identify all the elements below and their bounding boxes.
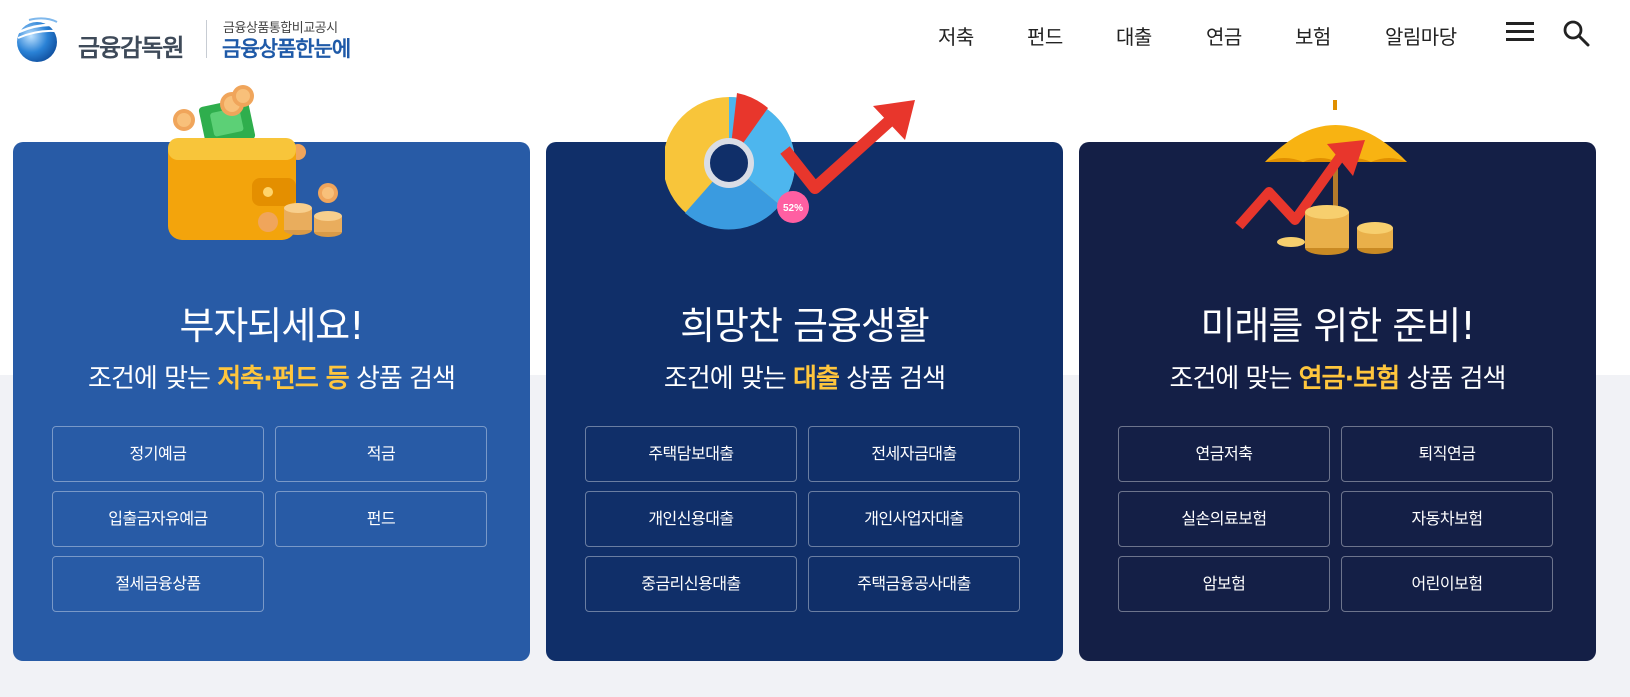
logo-divider bbox=[206, 20, 207, 58]
btn-child-insurance[interactable]: 어린이보험 bbox=[1341, 556, 1553, 612]
card-subline: 조건에 맞는 저축·펀드 등 상품 검색 bbox=[88, 364, 456, 394]
nav-savings[interactable]: 저축 bbox=[938, 21, 974, 50]
donut-chart-arrow-icon: 52% bbox=[665, 93, 915, 230]
card-highlight: 연금·보험 bbox=[1298, 364, 1401, 394]
btn-cancer-insurance[interactable]: 암보험 bbox=[1118, 556, 1330, 612]
btn-medical-insurance[interactable]: 실손의료보험 bbox=[1118, 491, 1330, 547]
card-headline: 희망찬 금융생활 bbox=[680, 304, 930, 348]
hamburger-menu-icon[interactable] bbox=[1506, 22, 1534, 42]
card-subline: 조건에 맞는 연금·보험 상품 검색 bbox=[1169, 364, 1507, 394]
chart-badge: 52% bbox=[783, 203, 803, 214]
btn-installment-savings[interactable]: 적금 bbox=[275, 426, 487, 482]
card-headline: 부자되세요! bbox=[179, 304, 364, 348]
btn-retirement-pension[interactable]: 퇴직연금 bbox=[1341, 426, 1553, 482]
btn-pension-savings[interactable]: 연금저축 bbox=[1118, 426, 1330, 482]
btn-hf-loan[interactable]: 주택금융공사대출 bbox=[808, 556, 1020, 612]
nav-insurance[interactable]: 보험 bbox=[1295, 21, 1331, 50]
site-header: 금융감독원 금융상품통합비교공시 금융상품한눈에 저축 펀드 대출 연금 보험 … bbox=[0, 0, 1630, 70]
btn-fixed-deposit[interactable]: 정기예금 bbox=[52, 426, 264, 482]
umbrella-coins-icon bbox=[1235, 100, 1407, 255]
btn-personal-credit-loan[interactable]: 개인신용대출 bbox=[585, 491, 797, 547]
org-name[interactable]: 금융감독원 bbox=[78, 28, 184, 63]
nav-pension[interactable]: 연금 bbox=[1206, 21, 1242, 50]
btn-business-loan[interactable]: 개인사업자대출 bbox=[808, 491, 1020, 547]
service-title[interactable]: 금융상품한눈에 bbox=[222, 33, 351, 63]
btn-fund[interactable]: 펀드 bbox=[275, 491, 487, 547]
card-subline: 조건에 맞는 대출 상품 검색 bbox=[663, 364, 946, 394]
card-headline: 미래를 위한 준비! bbox=[1200, 304, 1475, 348]
nav-loan[interactable]: 대출 bbox=[1116, 21, 1152, 50]
btn-demand-deposit[interactable]: 입출금자유예금 bbox=[52, 491, 264, 547]
btn-mortgage-loan[interactable]: 주택담보대출 bbox=[585, 426, 797, 482]
btn-tax-saving-products[interactable]: 절세금융상품 bbox=[52, 556, 264, 612]
wallet-coins-icon bbox=[168, 85, 342, 240]
nav-fund[interactable]: 펀드 bbox=[1027, 21, 1063, 50]
search-icon[interactable] bbox=[1562, 19, 1590, 47]
btn-car-insurance[interactable]: 자동차보험 bbox=[1341, 491, 1553, 547]
globe-logo-icon[interactable] bbox=[15, 14, 65, 64]
nav-notices[interactable]: 알림마당 bbox=[1385, 21, 1457, 50]
card-highlight: 저축·펀드 등 bbox=[217, 364, 350, 394]
card-highlight: 대출 bbox=[793, 364, 840, 394]
btn-jeonse-loan[interactable]: 전세자금대출 bbox=[808, 426, 1020, 482]
btn-mid-rate-credit-loan[interactable]: 중금리신용대출 bbox=[585, 556, 797, 612]
